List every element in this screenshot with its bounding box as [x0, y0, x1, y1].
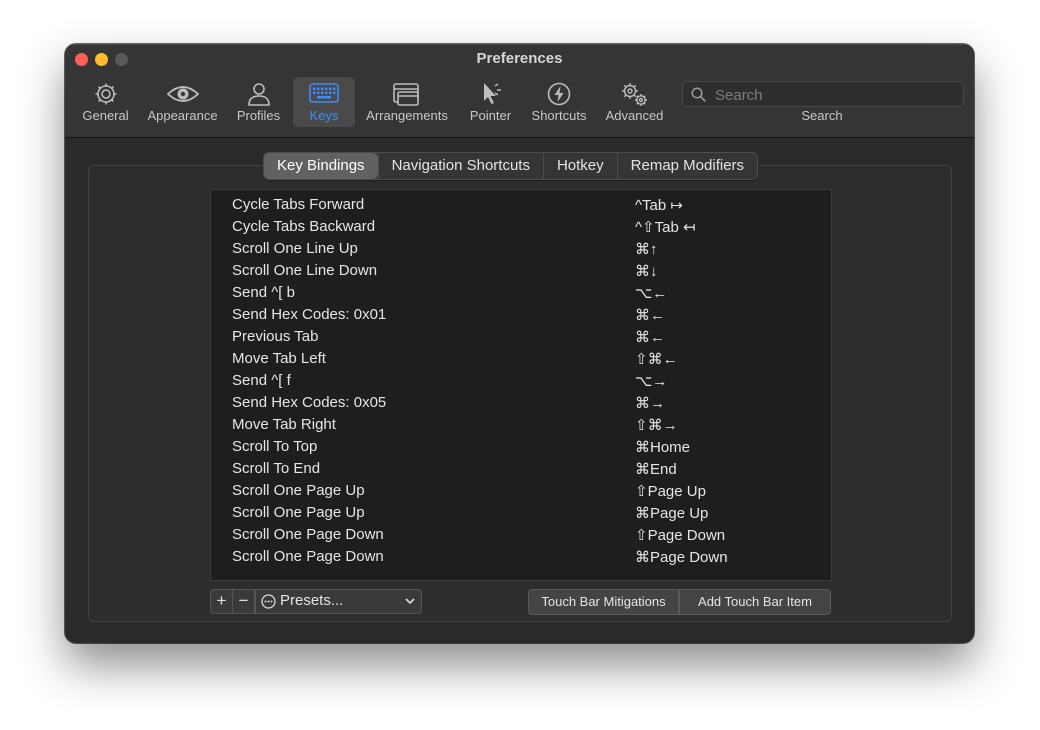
table-row[interactable]: Send Hex Codes: 0x05 ⌘→ — [211, 393, 831, 415]
binding-shortcut: ⇧Page Down — [635, 527, 726, 544]
binding-shortcut: ⌘← — [635, 329, 665, 346]
remove-binding-button[interactable]: − — [232, 589, 255, 614]
window-title: Preferences — [476, 50, 563, 67]
toolbar-item-appearance[interactable]: Appearance — [144, 77, 221, 127]
binding-action: Send Hex Codes: 0x01 — [232, 306, 387, 323]
binding-shortcut: ⌘→ — [635, 395, 665, 412]
binding-shortcut: ^Tab ↦ — [635, 197, 683, 214]
binding-action: Scroll To Top — [232, 438, 318, 455]
chevron-down-icon — [405, 598, 415, 605]
binding-shortcut: ⌥→ — [635, 373, 668, 390]
tab-hotkey[interactable]: Hotkey — [542, 153, 617, 179]
binding-shortcut: ⌘Home — [635, 439, 691, 456]
table-row[interactable]: Cycle Tabs Backward ^⇧Tab ↤ — [211, 217, 831, 239]
tab-navigation-shortcuts[interactable]: Navigation Shortcuts — [377, 153, 543, 179]
table-row[interactable]: Scroll To End ⌘End — [211, 459, 831, 481]
add-binding-button[interactable]: + — [210, 589, 233, 614]
key-bindings-table[interactable]: Cycle Tabs Forward ^Tab ↦ Cycle Tabs Backw… — [210, 189, 832, 581]
binding-action: Move Tab Right — [232, 416, 336, 433]
table-row[interactable]: Scroll One Line Up ⌘↑ — [211, 239, 831, 261]
gears-icon — [621, 83, 647, 106]
table-row[interactable]: Cycle Tabs Forward ^Tab ↦ — [211, 195, 831, 217]
binding-action: Scroll To End — [232, 460, 321, 477]
binding-shortcut: ^⇧Tab ↤ — [635, 219, 696, 236]
toolbar-item-arrangements[interactable]: Arrangements — [361, 77, 453, 127]
binding-shortcut: ⌘↓ — [635, 263, 658, 280]
toolbar-item-pointer[interactable]: Pointer — [462, 77, 519, 127]
binding-action: Scroll One Page Down — [232, 548, 384, 565]
table-row[interactable]: Scroll One Page Down ⇧Page Down — [211, 525, 831, 547]
search-icon — [691, 87, 706, 102]
toolbar-label-arrangements: Arrangements — [366, 108, 448, 123]
table-row[interactable]: Scroll One Page Up ⇧Page Up — [211, 481, 831, 503]
toolbar-item-keys[interactable]: Keys — [293, 77, 355, 127]
table-row[interactable]: Scroll One Line Down ⌘↓ — [211, 261, 831, 283]
tab-key-bindings[interactable]: Key Bindings — [264, 153, 378, 179]
binding-action: Move Tab Left — [232, 350, 326, 367]
binding-action: Cycle Tabs Forward — [232, 196, 365, 213]
toolbar-label-profiles: Profiles — [236, 108, 281, 123]
toolbar-item-shortcuts[interactable]: Shortcuts — [527, 77, 591, 127]
toolbar-label-keys: Keys — [309, 108, 339, 123]
table-row[interactable]: Send Hex Codes: 0x01 ⌘← — [211, 305, 831, 327]
binding-action: Scroll One Line Up — [232, 240, 358, 257]
search-input[interactable] — [713, 84, 957, 106]
search-field[interactable] — [682, 81, 964, 107]
touch-bar-mitigations-button[interactable]: Touch Bar Mitigations — [528, 589, 679, 615]
table-row[interactable]: Move Tab Left ⇧⌘← — [211, 349, 831, 371]
presets-popup[interactable]: Presets... — [255, 589, 422, 614]
binding-shortcut: ⌘Page Down — [635, 549, 728, 566]
table-row[interactable]: Scroll One Page Up ⌘Page Up — [211, 503, 831, 525]
binding-action: Send Hex Codes: 0x05 — [232, 394, 387, 411]
table-row[interactable]: Previous Tab ⌘← — [211, 327, 831, 349]
binding-action: Scroll One Page Up — [232, 482, 365, 499]
toolbar-item-advanced[interactable]: Advanced — [600, 77, 669, 127]
binding-action: Send ^[ b — [232, 284, 295, 301]
toolbar-item-profiles[interactable]: Profiles — [231, 77, 286, 127]
binding-shortcut: ⇧⌘→ — [635, 417, 678, 434]
pointer-icon — [483, 83, 501, 104]
windows-icon — [393, 83, 419, 106]
toolbar-item-general[interactable]: General — [78, 77, 133, 127]
tab-remap-modifiers[interactable]: Remap Modifiers — [616, 153, 757, 179]
binding-action: Send ^[ f — [232, 372, 291, 389]
table-row[interactable]: Send ^[ f ⌥→ — [211, 371, 831, 393]
binding-action: Scroll One Page Down — [232, 526, 384, 543]
keyboard-icon — [309, 83, 339, 103]
toolbar-label-pointer: Pointer — [469, 108, 512, 123]
table-row[interactable]: Scroll One Page Down ⌘Page Down — [211, 547, 831, 569]
table-row[interactable]: Scroll To Top ⌘Home — [211, 437, 831, 459]
search-label: Search — [801, 108, 843, 123]
binding-shortcut: ⌥← — [635, 285, 668, 302]
person-icon — [247, 83, 270, 106]
tab-bar: Key Bindings Navigation Shortcuts Hotkey… — [263, 152, 759, 180]
ellipsis-circle-icon — [261, 594, 276, 609]
gear-icon — [95, 83, 116, 105]
table-row[interactable]: Send ^[ b ⌥← — [211, 283, 831, 305]
binding-action: Cycle Tabs Backward — [232, 218, 376, 235]
presets-label: Presets... — [280, 592, 344, 609]
toolbar-label-appearance: Appearance — [147, 108, 218, 123]
binding-action: Previous Tab — [232, 328, 319, 345]
preferences-window: Preferences General Appearance Profiles … — [65, 44, 974, 643]
toolbar-label-general: General — [82, 108, 129, 123]
binding-shortcut: ⌘↑ — [635, 241, 658, 258]
binding-shortcut: ⌘← — [635, 307, 665, 324]
add-touch-bar-item-button[interactable]: Add Touch Bar Item — [679, 589, 831, 615]
binding-shortcut: ⇧⌘← — [635, 351, 678, 368]
binding-action: Scroll One Page Up — [232, 504, 365, 521]
table-row[interactable]: Move Tab Right ⇧⌘→ — [211, 415, 831, 437]
toolbar-label-shortcuts: Shortcuts — [531, 108, 587, 123]
bolt-icon — [547, 82, 571, 106]
binding-action: Scroll One Line Down — [232, 262, 378, 279]
binding-shortcut: ⌘Page Up — [635, 505, 709, 522]
binding-shortcut: ⇧Page Up — [635, 483, 706, 500]
toolbar: Preferences General Appearance Profiles … — [65, 44, 974, 138]
toolbar-label-advanced: Advanced — [605, 108, 664, 123]
eye-icon — [166, 86, 199, 102]
binding-shortcut: ⌘End — [635, 461, 677, 478]
